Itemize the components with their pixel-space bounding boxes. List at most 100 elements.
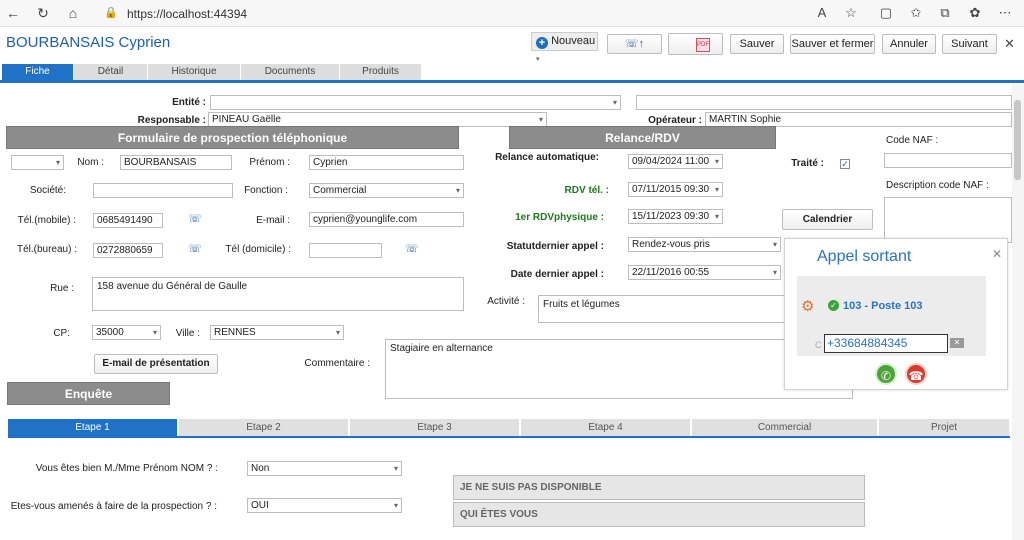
relance-auto-select[interactable]: 09/04/2024 11:00: [628, 154, 723, 169]
statut-select[interactable]: Rendez-vous pris: [628, 237, 781, 252]
activite-field[interactable]: Fruits et légumes: [538, 295, 790, 323]
entite-select[interactable]: [210, 95, 621, 110]
desc-naf-field[interactable]: [884, 197, 1012, 243]
email-presentation-button[interactable]: E-mail de présentation: [94, 354, 218, 374]
step-3-tab[interactable]: Etape 3: [350, 419, 520, 436]
phone-hangup-icon: ☎: [908, 369, 924, 383]
nouveau-dropdown[interactable]: + Nouveau ▾: [531, 32, 598, 63]
call-hangup-button[interactable]: ☎: [905, 363, 927, 385]
phone-icon[interactable]: ☏: [188, 212, 202, 225]
address-bar[interactable]: https://localhost:44394: [127, 7, 247, 21]
projet-tab[interactable]: Projet: [879, 419, 1010, 436]
email-field[interactable]: cyprien@younglife.com: [309, 212, 464, 227]
email-label: E-mail :: [256, 215, 290, 226]
responsable-select[interactable]: PINEAU Gaëlle: [208, 112, 547, 127]
poste-label: 103 - Poste 103: [843, 300, 923, 312]
tel-bureau-label: Tél.(bureau) :: [16, 244, 77, 255]
annuler-button[interactable]: Annuler: [882, 34, 936, 54]
step-1-tab[interactable]: Etape 1: [8, 419, 178, 436]
suivant-button[interactable]: Suivant: [942, 34, 997, 54]
pas-disponible-button[interactable]: JE NE SUIS PAS DISPONIBLE: [453, 475, 865, 500]
phone-icon[interactable]: ☏: [188, 242, 202, 255]
rue-label: Rue :: [50, 283, 74, 294]
split-screen-icon[interactable]: ▢: [877, 5, 895, 21]
commentaire-field[interactable]: Stagiaire en alternance: [385, 339, 853, 399]
popup-title: Appel sortant: [817, 248, 912, 265]
tel-mobile-field[interactable]: 0685491490: [93, 213, 163, 228]
calendrier-button[interactable]: Calendrier: [782, 209, 873, 230]
tab-fiche[interactable]: Fiche: [2, 64, 74, 80]
entite-extra-field[interactable]: [636, 95, 1012, 110]
nom-label: Nom :: [77, 157, 104, 168]
rue-field[interactable]: 158 avenue du Général de Gaulle: [92, 277, 464, 311]
close-icon[interactable]: ✕: [1004, 36, 1015, 52]
date-appel-label: Date dernier appel :: [510, 269, 604, 280]
rdv-tel-select[interactable]: 07/11/2015 09:30: [628, 182, 723, 197]
tel-domicile-field[interactable]: [309, 243, 382, 258]
collections-icon[interactable]: ⧉: [936, 5, 954, 21]
lock-icon[interactable]: 🔒: [104, 6, 118, 19]
statut-label: Statutdernier appel :: [506, 241, 604, 252]
traite-label: Traité :: [791, 158, 824, 169]
tel-bureau-field[interactable]: 0272880659: [93, 243, 163, 258]
c-label: C: [815, 340, 822, 350]
tab-detail[interactable]: Détail: [74, 64, 148, 80]
societe-field[interactable]: [93, 183, 233, 198]
reload-icon[interactable]: ↻: [34, 4, 52, 22]
favorites-icon[interactable]: ✩: [907, 5, 925, 21]
browser-toolbar: ← ↻ ⌂ 🔒 https://localhost:44394 A ☆ ▢ ✩ …: [0, 0, 1024, 27]
date-appel-select[interactable]: 22/11/2016 00:55: [628, 265, 781, 280]
backspace-icon[interactable]: ✕: [950, 338, 964, 348]
code-naf-field[interactable]: [884, 153, 1012, 168]
qui-etes-vous-button[interactable]: QUI ÊTES VOUS: [453, 502, 865, 527]
step-4-tab[interactable]: Etape 4: [521, 419, 691, 436]
appel-sortant-popup: Appel sortant ✕ ⚙ ✓ 103 - Poste 103 C +3…: [784, 238, 1008, 390]
back-icon[interactable]: ←: [4, 4, 22, 22]
question-1-label: Vous êtes bien M./Mme Prénom NOM ? :: [35, 463, 218, 474]
fonction-label: Fonction :: [244, 185, 288, 196]
call-transfer-button[interactable]: ☏↑: [607, 34, 662, 54]
scrollbar-thumb[interactable]: [1014, 100, 1021, 180]
extensions-icon[interactable]: ✿: [966, 5, 984, 21]
phone-icon[interactable]: ☏: [405, 242, 419, 255]
civilite-select[interactable]: [11, 155, 64, 170]
ville-select[interactable]: RENNES: [210, 325, 344, 340]
nouveau-label: Nouveau: [551, 35, 596, 47]
tab-documents[interactable]: Documents: [241, 64, 340, 80]
rdv-physique-label: 1er RDVphysique :: [515, 212, 604, 223]
cp-select[interactable]: 35000: [92, 325, 161, 340]
enquete-header: Enquête: [7, 382, 170, 405]
close-icon[interactable]: ✕: [992, 247, 1002, 261]
more-icon[interactable]: ⋯: [996, 5, 1014, 21]
operateur-field[interactable]: MARTIN Sophie: [705, 112, 1012, 127]
phone-arrow-icon: ☏↑: [624, 38, 645, 50]
plus-icon: +: [536, 37, 548, 49]
tab-produits[interactable]: Produits: [340, 64, 422, 80]
desc-naf-label: Description code NAF :: [886, 180, 989, 191]
phone-number-input[interactable]: +33684884345: [824, 334, 948, 353]
societe-label: Société:: [29, 185, 66, 196]
call-answer-button[interactable]: ✆: [875, 363, 897, 385]
sauver-button[interactable]: Sauver: [730, 34, 784, 54]
question-2-select[interactable]: OUI: [247, 498, 402, 513]
commercial-tab[interactable]: Commercial: [692, 419, 878, 436]
tab-historique[interactable]: Historique: [148, 64, 241, 80]
fonction-select[interactable]: Commercial: [309, 183, 464, 198]
page-title: BOURBANSAIS Cyprien: [6, 34, 171, 51]
nom-field[interactable]: BOURBANSAIS: [120, 155, 232, 170]
code-naf-label: Code NAF :: [886, 135, 939, 146]
favorite-icon[interactable]: ☆: [842, 5, 860, 21]
read-aloud-icon[interactable]: A: [813, 5, 831, 20]
step-2-tab[interactable]: Etape 2: [179, 419, 349, 436]
question-2-label: Etes-vous amenés à faire de la prospecti…: [10, 501, 217, 512]
home-icon[interactable]: ⌂: [64, 4, 82, 22]
prenom-field[interactable]: Cyprien: [309, 155, 464, 170]
traite-checkbox[interactable]: ✓: [840, 159, 850, 169]
question-1-select[interactable]: Non: [247, 461, 402, 476]
entite-label: Entité :: [172, 97, 206, 108]
main-tabs: Fiche Détail Historique Documents Produi…: [0, 64, 1024, 83]
phone-answer-icon: ✆: [880, 369, 892, 383]
gear-icon[interactable]: ⚙: [801, 297, 814, 315]
rdv-physique-select[interactable]: 15/11/2023 09:30: [628, 209, 723, 224]
sauver-fermer-button[interactable]: Sauver et fermer: [790, 34, 875, 54]
